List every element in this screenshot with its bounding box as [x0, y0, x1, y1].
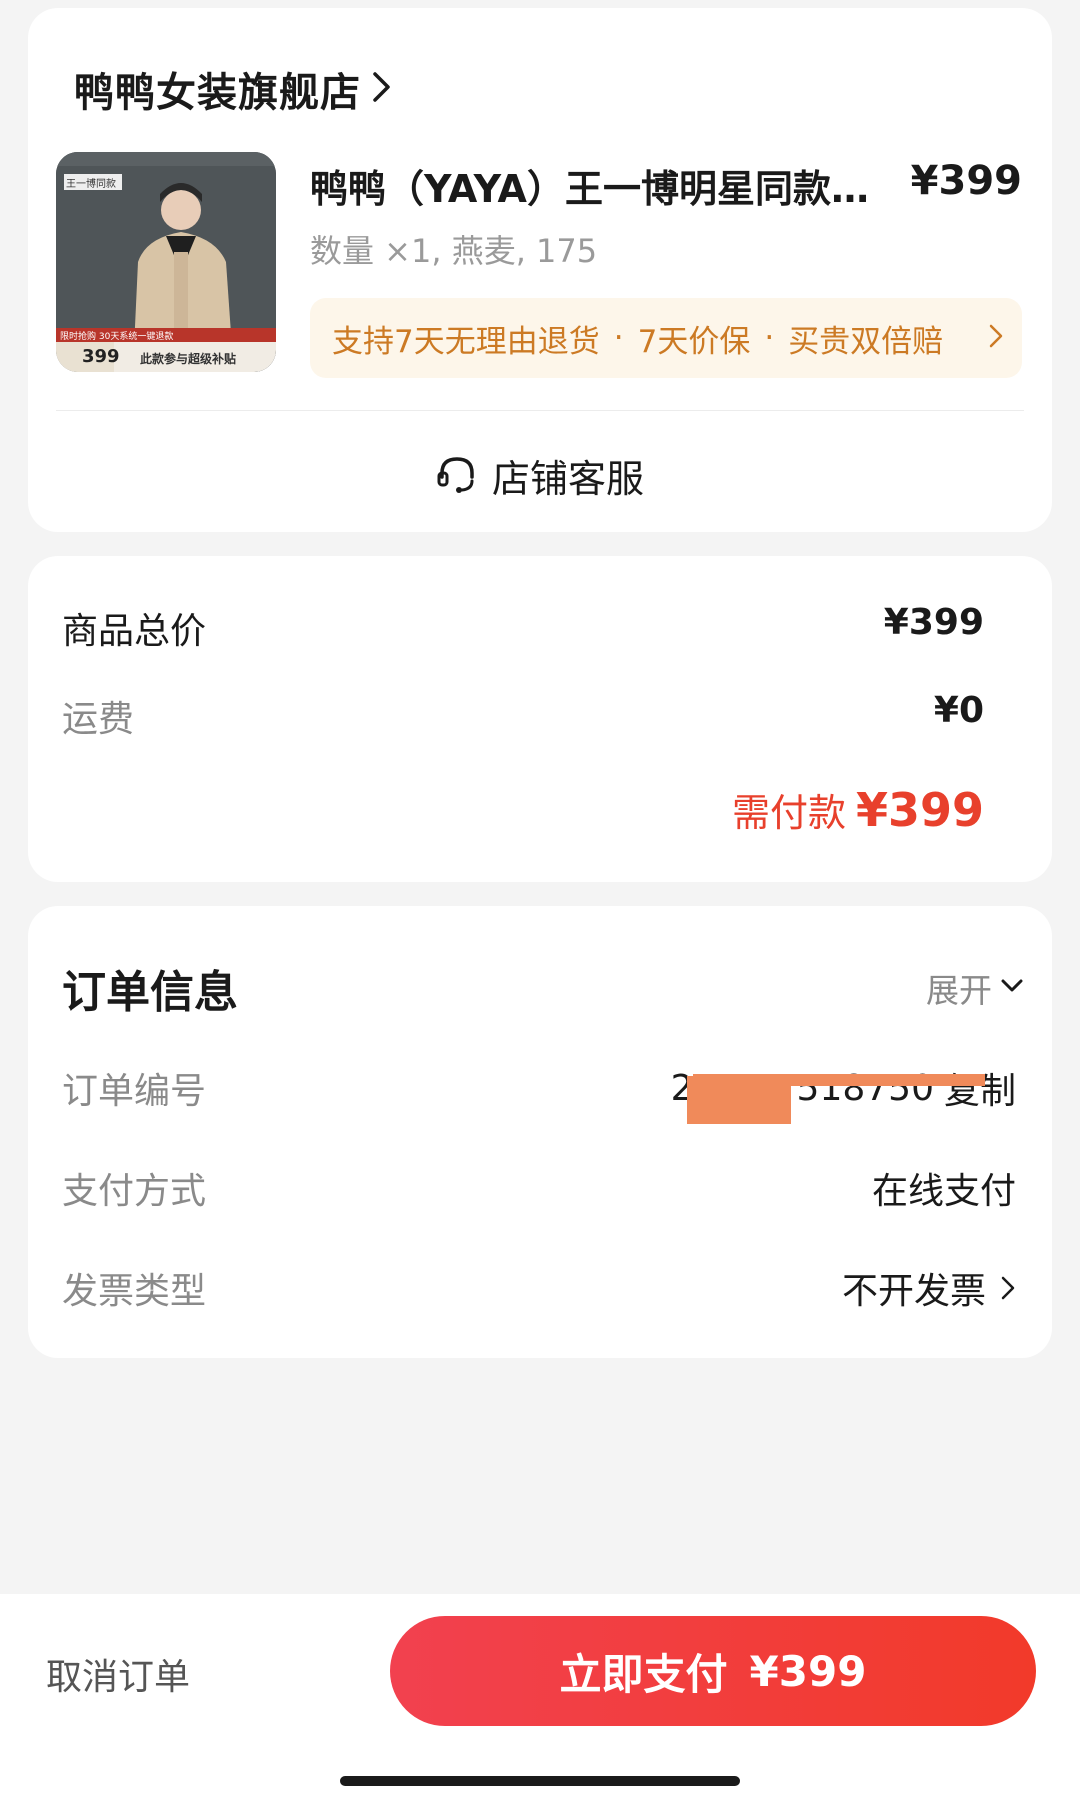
- thumb-subsidy: 此款参与超级补贴: [140, 352, 237, 366]
- invoice-type-value: 不开发票: [841, 1271, 986, 1312]
- product-title[interactable]: 鸭鸭（YAYA）王一博明星同款…: [310, 158, 870, 213]
- redaction-mark: [692, 1073, 985, 1086]
- cancel-order-button[interactable]: 取消订单: [46, 1648, 190, 1700]
- pay-now-button[interactable]: 立即支付 ¥399: [390, 1616, 1036, 1726]
- amount-due-value: ¥399: [855, 783, 984, 837]
- bottom-action-bar: 取消订单 立即支付 ¥399: [0, 1594, 1080, 1802]
- service-item: 7天价保: [637, 323, 751, 360]
- payment-method-value: 在线支付: [871, 1171, 1016, 1212]
- order-number-row: 2 518750 复制: [671, 1062, 1016, 1124]
- product-spec: 数量 ×1, 燕麦, 175: [310, 232, 598, 270]
- product-card: 鸭鸭女装旗舰店 王一博同款 限时抢购 30天系统一键退款 399 此款参与超级补…: [28, 8, 1052, 532]
- order-number-value: 2 518750: [671, 1068, 985, 1124]
- amount-due-label: 需付款: [731, 791, 846, 835]
- shipping-label: 运费: [62, 699, 135, 740]
- service-separator: ·: [764, 320, 775, 356]
- pay-now-label: 立即支付: [559, 1649, 728, 1699]
- service-item: 买贵双倍赔: [788, 323, 944, 360]
- invoice-type-selector[interactable]: 不开发票: [842, 1262, 1016, 1314]
- payment-method-label: 支付方式: [62, 1171, 207, 1212]
- thumb-tag: 王一博同款: [66, 179, 116, 190]
- home-indicator[interactable]: [340, 1776, 740, 1786]
- goods-total-value: ¥399: [883, 602, 984, 643]
- invoice-type-label: 发票类型: [62, 1271, 207, 1312]
- shipping-value: ¥0: [933, 690, 984, 731]
- goods-total-label: 商品总价: [62, 611, 207, 652]
- product-thumbnail[interactable]: 王一博同款 限时抢购 30天系统一键退款 399 此款参与超级补贴: [56, 152, 276, 372]
- copy-button[interactable]: 复制: [944, 1062, 1016, 1114]
- chevron-down-icon: [1000, 978, 1024, 998]
- product-price: ¥399: [910, 158, 1022, 204]
- pay-now-amount: ¥399: [749, 1646, 867, 1696]
- expand-toggle[interactable]: 展开: [926, 964, 1024, 1012]
- thumb-promo: 限时抢购 30天系统一键退款: [60, 332, 174, 342]
- thumb-price: 399: [82, 346, 120, 367]
- headset-icon: [436, 453, 478, 499]
- order-info-card: 订单信息 展开 订单编号 2 518750 复制 支付方式 在线支付 发票类型 …: [28, 906, 1052, 1358]
- price-summary-card: 商品总价 ¥399 运费 ¥0 需付款 ¥399: [28, 556, 1052, 882]
- service-separator: ·: [613, 320, 624, 356]
- amount-due: 需付款 ¥399: [732, 782, 984, 837]
- chevron-right-icon: [1000, 1274, 1016, 1302]
- order-number-label: 订单编号: [62, 1071, 207, 1112]
- divider: [56, 410, 1024, 411]
- order-info-title: 订单信息: [62, 967, 238, 1018]
- expand-label: 展开: [926, 971, 992, 1010]
- chevron-right-icon: [371, 70, 393, 108]
- customer-service-button[interactable]: 店铺客服: [28, 448, 1052, 503]
- shop-name: 鸭鸭女装旗舰店: [74, 70, 361, 116]
- service-item: 支持7天无理由退货: [332, 323, 600, 360]
- shop-link[interactable]: 鸭鸭女装旗舰店: [74, 60, 393, 118]
- chevron-right-icon: [988, 322, 1004, 358]
- customer-service-label: 店铺客服: [491, 457, 644, 501]
- service-guarantee-bar[interactable]: 支持7天无理由退货 · 7天价保 · 买贵双倍赔: [310, 298, 1022, 378]
